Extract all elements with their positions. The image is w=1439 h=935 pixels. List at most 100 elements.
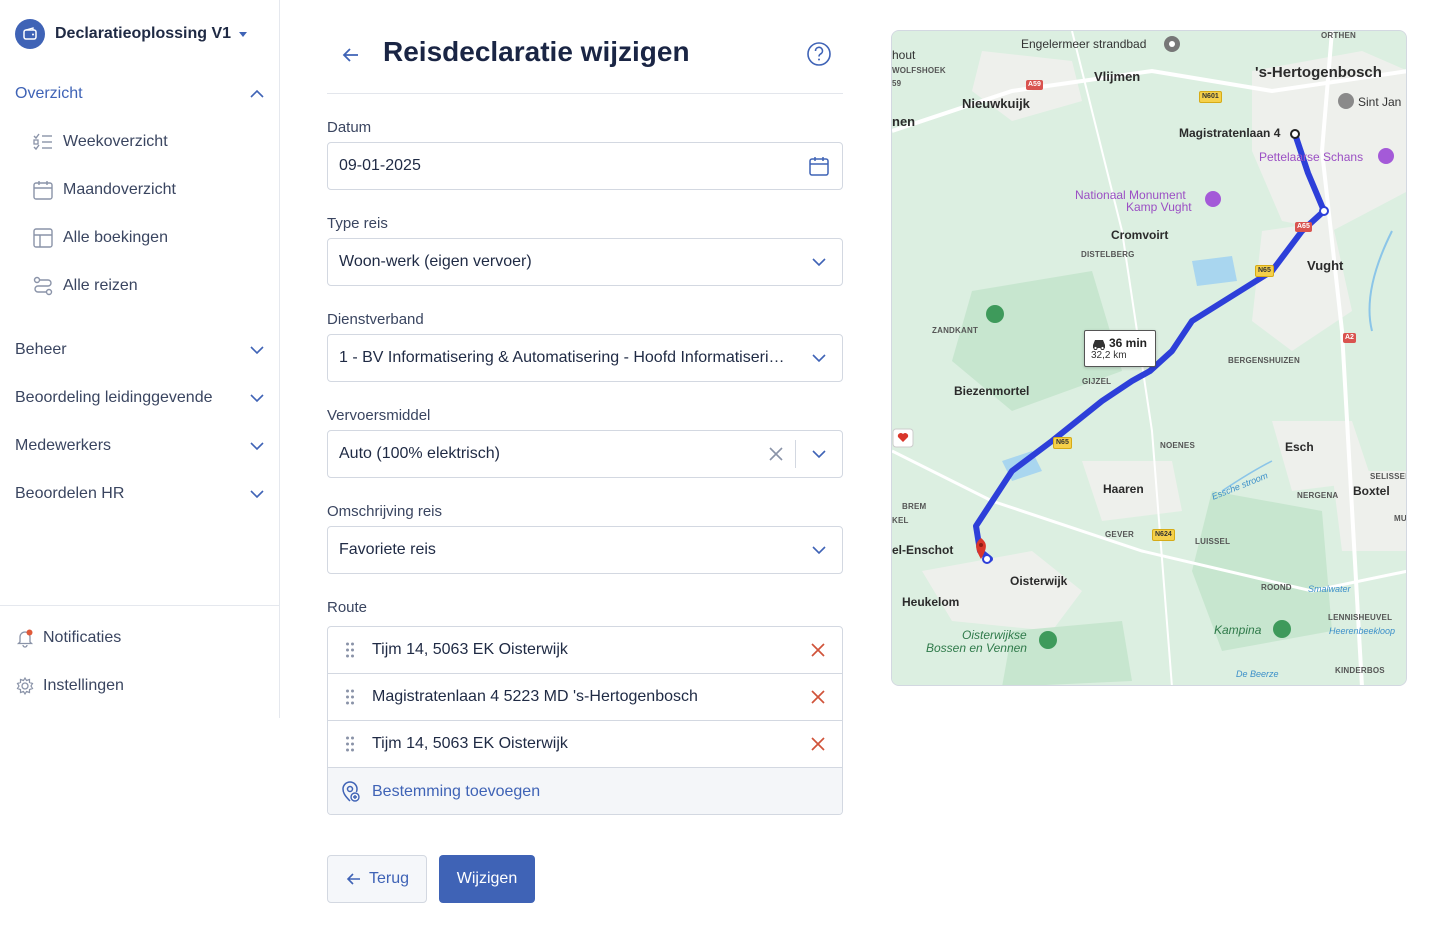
description-select[interactable]: Favoriete reis	[327, 526, 843, 574]
transport-value: Auto (100% elektrisch)	[339, 445, 500, 462]
back-button-label: Terug	[368, 870, 410, 887]
submit-button[interactable]: Wijzigen	[439, 855, 535, 903]
date-value: 09-01-2025	[339, 157, 421, 174]
trip-type-select[interactable]: Woon-werk (eigen vervoer)	[327, 238, 843, 286]
calendar-button[interactable]	[796, 143, 842, 189]
sidebar-divider	[0, 605, 280, 606]
drag-handle-icon[interactable]	[328, 641, 372, 659]
arrow-left-icon	[342, 48, 358, 62]
road-shield: N65	[1255, 265, 1274, 277]
map-label: hout	[892, 48, 916, 62]
settings-link[interactable]: Instellingen	[15, 671, 255, 701]
map-label: Nieuwkuijk	[962, 96, 1030, 111]
nav-section-overzicht[interactable]: Overzicht	[15, 79, 265, 109]
nav-section-beheer[interactable]: Beheer	[15, 335, 265, 365]
map-label: nen	[892, 114, 916, 129]
map-label: 59	[892, 79, 902, 88]
date-field[interactable]: 09-01-2025	[327, 142, 843, 190]
road-shield: N601	[1199, 91, 1222, 103]
transport-label: Vervoersmiddel	[327, 407, 431, 424]
back-button[interactable]: Terug	[327, 855, 427, 903]
page-title: Reisdeclaratie wijzigen	[383, 36, 690, 67]
chevron-down-icon	[812, 258, 826, 267]
road-shield: N65	[1053, 437, 1072, 449]
route-label: Route	[327, 599, 368, 616]
chevron-down-icon	[250, 394, 264, 403]
map-label: ORTHEN	[1321, 31, 1356, 40]
map-label: GIJZEL	[1082, 377, 1112, 386]
road-shield: N624	[1152, 529, 1175, 541]
nav-section-label: Beoordelen HR	[15, 485, 125, 502]
chevron-down-icon	[812, 354, 826, 363]
app-name: Declaratieoplossing V1	[55, 25, 232, 42]
dropdown-toggle[interactable]	[796, 335, 842, 381]
calendar-icon	[809, 157, 829, 176]
nav-item-alle-reizen[interactable]: Alle reizen	[32, 271, 262, 301]
route-stop-address: Tijm 14, 5063 EK Oisterwijk	[372, 735, 568, 752]
car-icon	[1093, 340, 1105, 350]
calendar-icon	[33, 181, 53, 200]
chevron-down-icon	[250, 490, 264, 499]
employment-select[interactable]: 1 - BV Informatisering & Automatisering …	[327, 334, 843, 382]
nav-item-weekoverzicht[interactable]: Weekoverzicht	[32, 127, 262, 157]
nav-section-medewerkers[interactable]: Medewerkers	[15, 431, 265, 461]
close-icon	[811, 737, 825, 751]
sidebar: Declaratieoplossing V1 Overzicht Weekove…	[0, 0, 280, 718]
map-label: Heerenbeekloop	[1329, 626, 1396, 636]
remove-stop-button[interactable]	[794, 736, 842, 752]
map-label: LENNISHEUVEL	[1328, 613, 1393, 622]
map-label: el-Enschot	[892, 543, 954, 557]
chevron-up-icon	[250, 89, 264, 98]
clear-button[interactable]	[756, 440, 796, 468]
nav-item-alle-boekingen[interactable]: Alle boekingen	[32, 223, 262, 253]
map-label: WOLFSHOEK	[892, 66, 946, 75]
location-add-icon	[328, 780, 372, 803]
add-destination-button[interactable]: Bestemming toevoegen	[328, 768, 842, 814]
notifications-label: Notificaties	[43, 629, 122, 646]
nav-section-beoordelen-hr[interactable]: Beoordelen HR	[15, 479, 265, 509]
map-label: Oisterwijk	[1010, 574, 1068, 588]
map-label: DISTELBERG	[1081, 250, 1135, 259]
map-label: KINDERBOS	[1335, 666, 1385, 675]
nav-section-beoordeling-leidinggevende[interactable]: Beoordeling leidinggevende	[15, 383, 265, 413]
map-label: BREM	[902, 502, 927, 511]
nav-item-label: Maandoverzicht	[63, 181, 176, 198]
map-label: SELISSEN	[1370, 472, 1406, 481]
drag-handle-icon[interactable]	[328, 688, 372, 706]
map-label: BERGENSHUIZEN	[1228, 356, 1300, 365]
dropdown-toggle[interactable]	[796, 239, 842, 285]
route-stop: Magistratenlaan 4 5223 MD 's-Hertogenbos…	[328, 674, 842, 721]
nav-section-label: Beheer	[15, 341, 67, 358]
remove-stop-button[interactable]	[794, 642, 842, 658]
map-label: NERGENA	[1297, 491, 1339, 500]
chevron-down-icon	[250, 442, 264, 451]
map-label: ROOND	[1261, 583, 1292, 592]
remove-stop-button[interactable]	[794, 689, 842, 705]
road-shield: A59	[1026, 80, 1043, 90]
map-label: KEL	[892, 516, 909, 525]
route-duration: 36 min	[1109, 336, 1148, 350]
drag-handle-icon[interactable]	[328, 735, 372, 753]
dropdown-toggle[interactable]	[796, 527, 842, 573]
transport-select[interactable]: Auto (100% elektrisch)	[327, 430, 843, 478]
nav-section-label: Medewerkers	[15, 437, 112, 454]
app-root: Declaratieoplossing V1 Overzicht Weekove…	[0, 0, 1439, 935]
map-label: MU	[1394, 514, 1407, 523]
chevron-down-icon	[812, 546, 826, 555]
help-icon[interactable]	[806, 41, 832, 67]
back-arrow-button[interactable]	[336, 40, 366, 70]
dropdown-toggle[interactable]	[796, 431, 842, 477]
map-label: Biezenmortel	[954, 384, 1030, 398]
nav-section-label: Overzicht	[15, 85, 83, 102]
app-switcher[interactable]: Declaratieoplossing V1	[15, 18, 248, 50]
map-label: Smalwater	[1308, 584, 1351, 594]
road-shield: A2	[1343, 333, 1356, 343]
trip-type-label: Type reis	[327, 215, 388, 232]
nav-item-maandoverzicht[interactable]: Maandoverzicht	[32, 175, 262, 205]
map-label: Boxtel	[1353, 484, 1390, 498]
map-label: Cromvoirt	[1111, 228, 1169, 242]
close-icon	[811, 643, 825, 657]
map-label: Heukelom	[902, 595, 960, 609]
notifications-link[interactable]: Notificaties	[15, 623, 255, 653]
map-label: GEVER	[1105, 530, 1135, 539]
